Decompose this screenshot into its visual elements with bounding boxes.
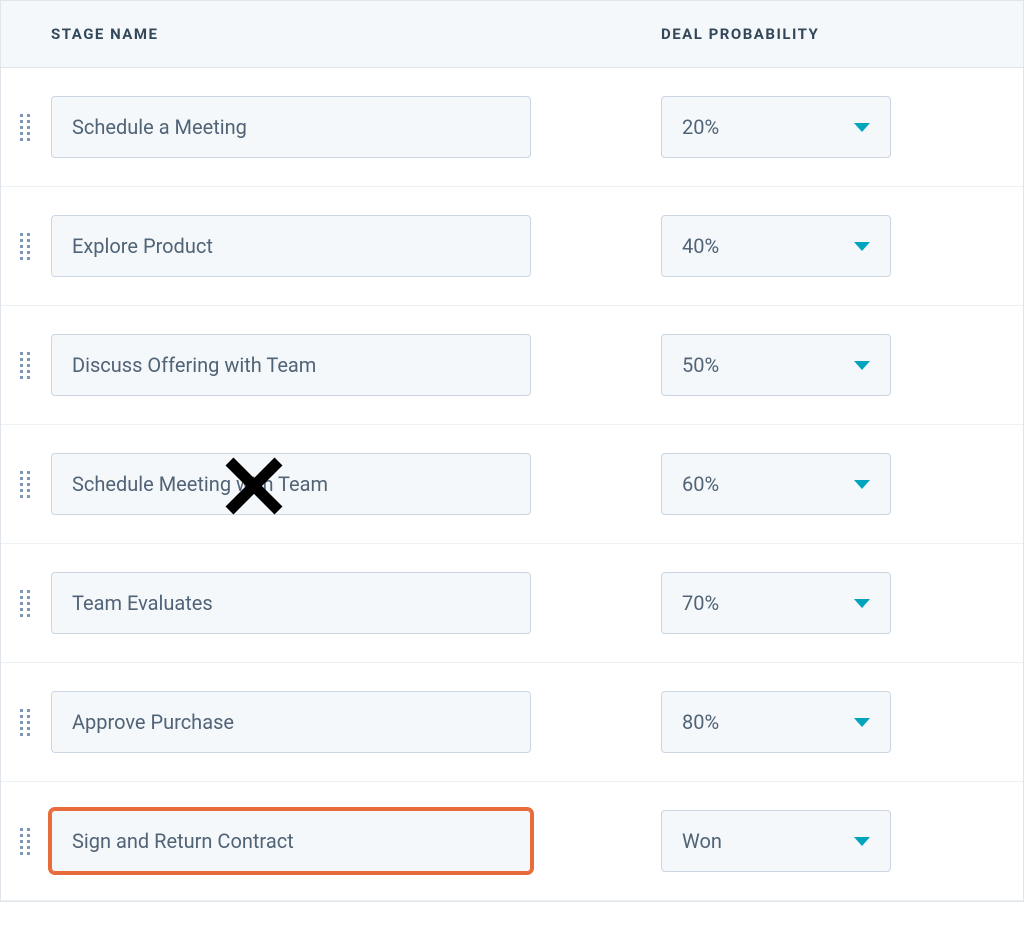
stage-name-input[interactable]: Schedule Meeting with Team: [51, 453, 531, 515]
deal-probability-cell: 40%: [561, 215, 911, 277]
stage-name-cell: Explore Product: [51, 215, 561, 277]
drag-handle-cell: [1, 827, 51, 855]
deal-probability-select[interactable]: 60%: [661, 453, 891, 515]
deal-probability-select[interactable]: 40%: [661, 215, 891, 277]
drag-handle-icon[interactable]: [20, 827, 32, 855]
stage-name-cell: Discuss Offering with Team: [51, 334, 561, 396]
stage-name-input[interactable]: Discuss Offering with Team: [51, 334, 531, 396]
table-row: Approve Purchase 80%: [1, 663, 1023, 782]
pipeline-stages-table: STAGE NAME DEAL PROBABILITY Schedule a M…: [0, 0, 1024, 902]
deal-probability-cell: 60%: [561, 453, 911, 515]
stage-name-input[interactable]: Approve Purchase: [51, 691, 531, 753]
stage-name-input[interactable]: Schedule a Meeting: [51, 96, 531, 158]
deal-probability-value: 50%: [682, 353, 719, 377]
drag-handle-cell: [1, 232, 51, 260]
deal-probability-value: 70%: [682, 591, 719, 615]
deal-probability-cell: 20%: [561, 96, 911, 158]
table-row: Sign and Return Contract Won: [1, 782, 1023, 901]
deal-probability-cell: 80%: [561, 691, 911, 753]
chevron-down-icon: [854, 361, 870, 370]
deal-probability-select[interactable]: 50%: [661, 334, 891, 396]
drag-handle-cell: [1, 113, 51, 141]
stage-name-text: Discuss Offering with Team: [72, 353, 316, 377]
deal-probability-cell: 70%: [561, 572, 911, 634]
stage-name-cell: Approve Purchase: [51, 691, 561, 753]
chevron-down-icon: [854, 837, 870, 846]
drag-handle-icon[interactable]: [20, 470, 32, 498]
stage-name-text: Sign and Return Contract: [72, 829, 294, 853]
chevron-down-icon: [854, 718, 870, 727]
drag-handle-icon[interactable]: [20, 232, 32, 260]
stage-name-text: Schedule a Meeting: [72, 115, 247, 139]
chevron-down-icon: [854, 480, 870, 489]
stage-name-text: Approve Purchase: [72, 710, 234, 734]
deal-probability-value: Won: [682, 829, 722, 853]
table-header: STAGE NAME DEAL PROBABILITY: [1, 1, 1023, 68]
table-row: Explore Product 40%: [1, 187, 1023, 306]
chevron-down-icon: [854, 123, 870, 132]
table-row: Discuss Offering with Team 50%: [1, 306, 1023, 425]
deal-probability-value: 20%: [682, 115, 719, 139]
stage-name-text: Team Evaluates: [72, 591, 213, 615]
drag-handle-cell: [1, 708, 51, 736]
deal-probability-select[interactable]: Won: [661, 810, 891, 872]
table-row: Schedule a Meeting 20%: [1, 68, 1023, 187]
stage-name-input[interactable]: Sign and Return Contract: [51, 810, 531, 872]
column-header-deal-probability: DEAL PROBABILITY: [641, 25, 1023, 43]
deal-probability-cell: 50%: [561, 334, 911, 396]
chevron-down-icon: [854, 242, 870, 251]
stage-name-cell: Team Evaluates: [51, 572, 561, 634]
deal-probability-value: 40%: [682, 234, 719, 258]
stage-name-input[interactable]: Explore Product: [51, 215, 531, 277]
column-header-stage-name: STAGE NAME: [1, 25, 641, 43]
stage-name-cell: Schedule a Meeting: [51, 96, 561, 158]
drag-handle-icon[interactable]: [20, 351, 32, 379]
drag-handle-cell: [1, 351, 51, 379]
drag-handle-icon[interactable]: [20, 589, 32, 617]
deal-probability-value: 80%: [682, 710, 719, 734]
stage-name-text: Explore Product: [72, 234, 213, 258]
table-row: Team Evaluates 70%: [1, 544, 1023, 663]
stage-name-text: Schedule Meeting with Team: [72, 472, 328, 496]
drag-handle-icon[interactable]: [20, 113, 32, 141]
stage-name-input[interactable]: Team Evaluates: [51, 572, 531, 634]
deal-probability-select[interactable]: 20%: [661, 96, 891, 158]
deal-probability-value: 60%: [682, 472, 719, 496]
table-row: Schedule Meeting with Team 60%: [1, 425, 1023, 544]
deal-probability-select[interactable]: 70%: [661, 572, 891, 634]
drag-handle-icon[interactable]: [20, 708, 32, 736]
drag-handle-cell: [1, 589, 51, 617]
stage-name-cell: Sign and Return Contract: [51, 810, 561, 872]
deal-probability-select[interactable]: 80%: [661, 691, 891, 753]
stage-name-cell: Schedule Meeting with Team: [51, 453, 561, 515]
deal-probability-cell: Won: [561, 810, 911, 872]
drag-handle-cell: [1, 470, 51, 498]
chevron-down-icon: [854, 599, 870, 608]
